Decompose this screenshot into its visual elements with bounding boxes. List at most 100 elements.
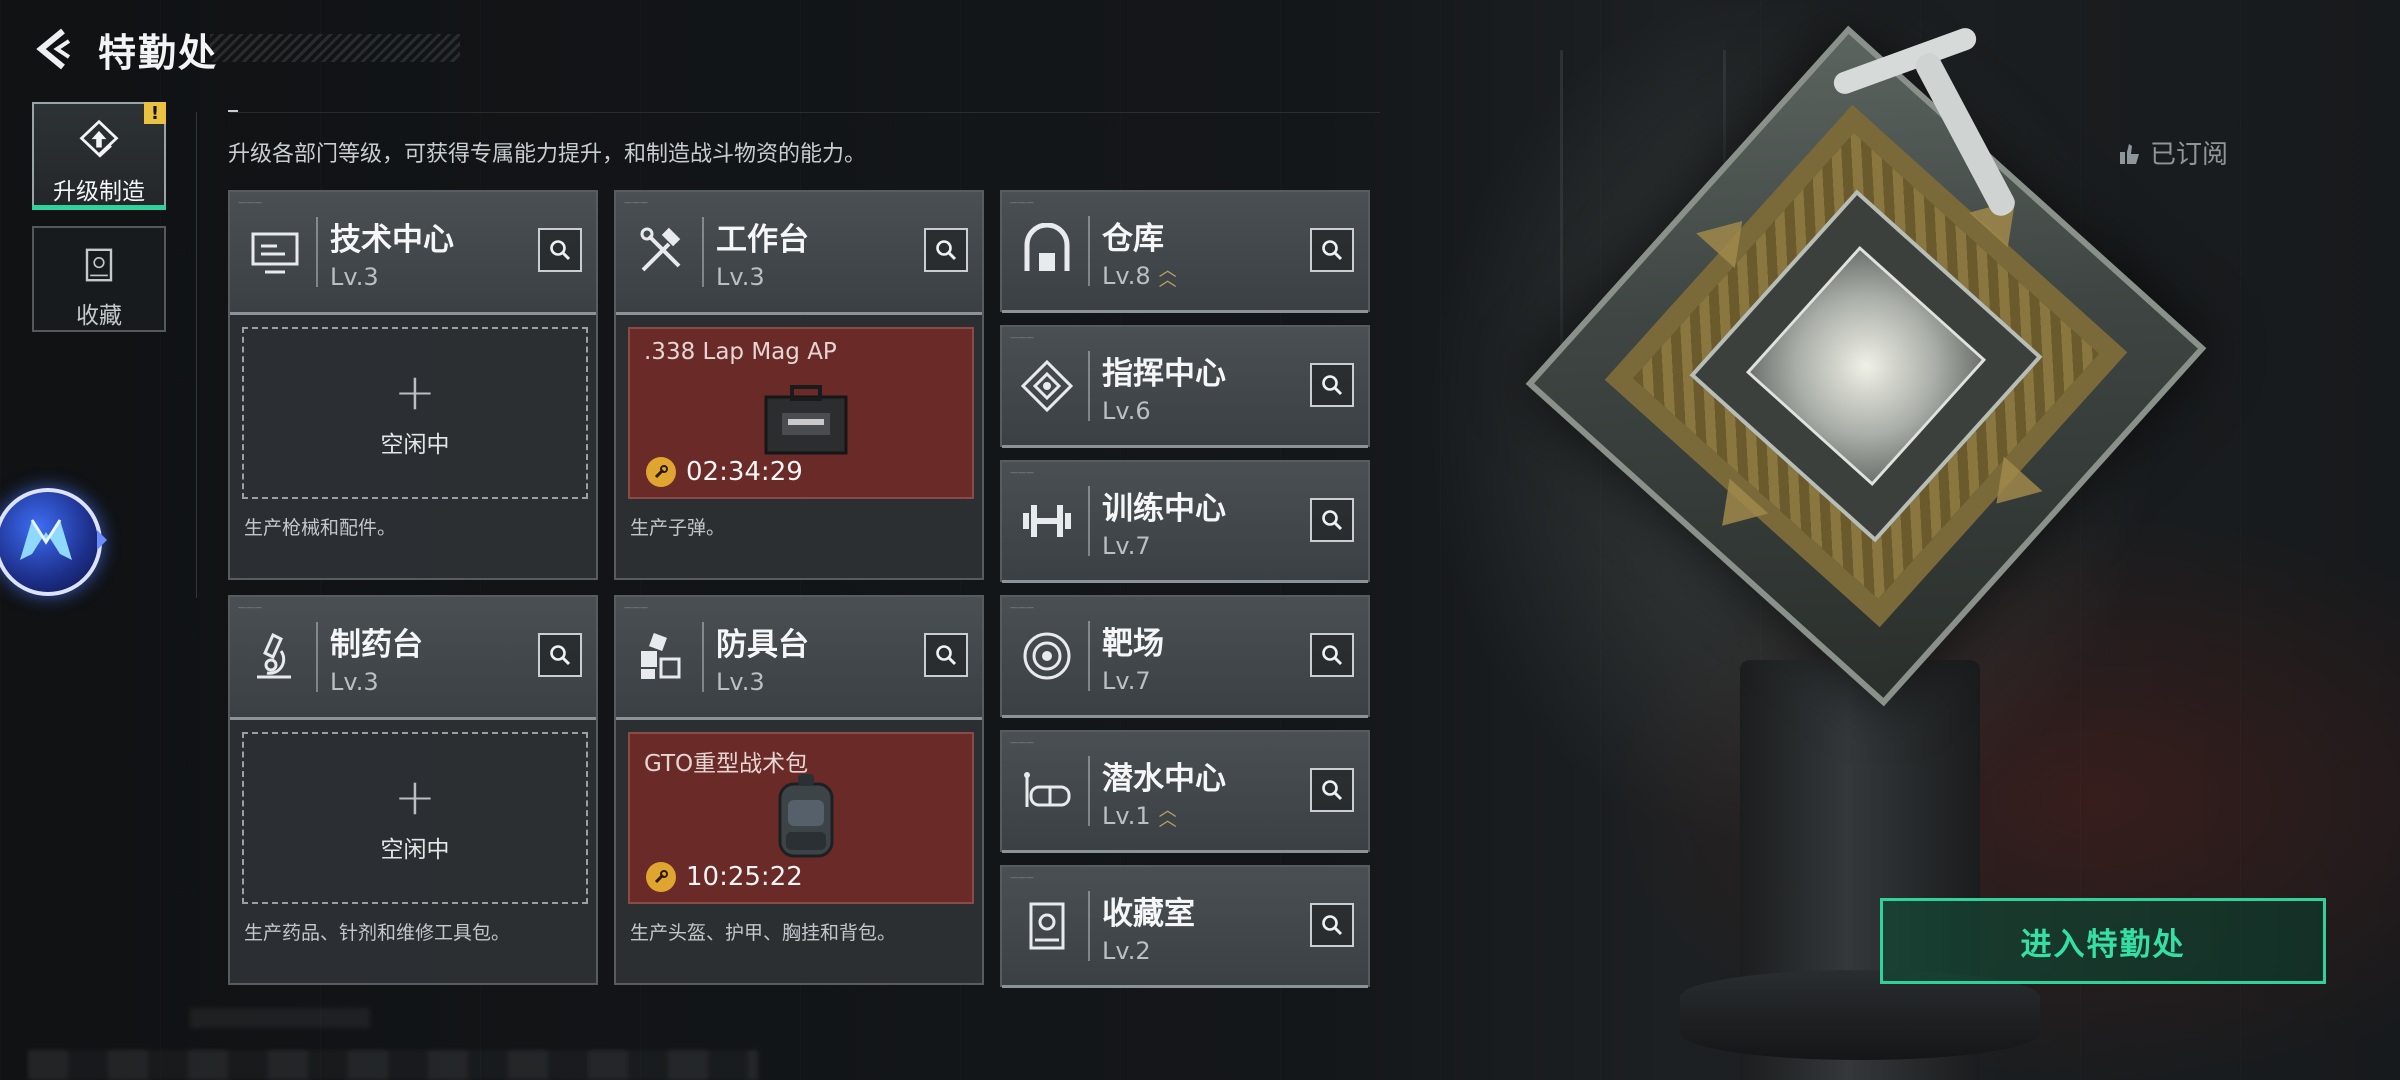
dept-level: Lv.6 bbox=[1102, 396, 1151, 425]
production-timer: 10:25:22 bbox=[686, 862, 803, 892]
dept-name: 仓库 bbox=[1102, 220, 1164, 257]
blurred-footer-text bbox=[190, 1008, 370, 1028]
inspect-button[interactable] bbox=[1310, 633, 1354, 677]
diving-mask-icon bbox=[1014, 758, 1080, 824]
dept-name: 技术中心 bbox=[330, 221, 454, 258]
inspect-button[interactable] bbox=[1310, 768, 1354, 812]
dept-level: Lv.3 bbox=[716, 667, 765, 696]
command-network-icon bbox=[1014, 353, 1080, 419]
inspect-button[interactable] bbox=[1310, 228, 1354, 272]
dept-level: Lv.3 bbox=[330, 262, 379, 291]
dept-card-training-center[interactable]: ——— 训练中心 Lv.7 bbox=[1000, 460, 1370, 583]
dept-card-collection-room[interactable]: ——— 收藏室 Lv.2 bbox=[1000, 865, 1370, 988]
dept-name: 靶场 bbox=[1102, 625, 1164, 662]
dept-card-shooting-range[interactable]: ——— 靶场 Lv.7 bbox=[1000, 595, 1370, 718]
dept-caption: 生产药品、针剂和维修工具包。 bbox=[244, 922, 511, 944]
backpack-image bbox=[768, 772, 844, 872]
dept-name: 指挥中心 bbox=[1102, 355, 1226, 392]
dept-level: Lv.3 bbox=[716, 262, 765, 291]
dept-level: Lv.7 bbox=[1102, 666, 1151, 695]
dept-card-warehouse[interactable]: ——— 仓库 Lv.8 ︿ ︿ bbox=[1000, 190, 1370, 313]
dept-level: Lv.7 bbox=[1102, 531, 1151, 560]
dept-name: 训练中心 bbox=[1102, 490, 1226, 527]
subscribed-label: 已订阅 bbox=[2150, 140, 2229, 170]
dept-caption: 生产子弹。 bbox=[630, 517, 726, 539]
production-timer: 02:34:29 bbox=[686, 457, 803, 487]
assistant-expand-arrow[interactable] bbox=[97, 530, 107, 550]
warehouse-icon bbox=[1014, 218, 1080, 284]
armor-blocks-icon bbox=[628, 624, 694, 690]
magnifier-icon bbox=[1322, 645, 1343, 666]
nav-upgrade-manufacture[interactable]: ! 升级制造 bbox=[32, 102, 166, 210]
dept-level: Lv.2 bbox=[1102, 936, 1151, 965]
magnifier-icon bbox=[550, 645, 571, 666]
nav-label: 升级制造 bbox=[53, 179, 145, 205]
back-button[interactable] bbox=[28, 24, 78, 74]
dept-card-command-center[interactable]: ——— 指挥中心 Lv.6 bbox=[1000, 325, 1370, 448]
dept-caption: 生产枪械和配件。 bbox=[244, 517, 397, 539]
title-decoration bbox=[210, 34, 460, 62]
magnifier-icon bbox=[936, 240, 957, 261]
dept-name: 制药台 bbox=[330, 626, 423, 663]
magnifier-icon bbox=[1322, 240, 1343, 261]
wrench-clock-icon bbox=[646, 862, 676, 892]
trophy-case-icon bbox=[74, 240, 124, 290]
dept-caption: 生产头盔、护甲、胸挂和背包。 bbox=[630, 922, 897, 944]
upgrade-available-icon: ︿ ︿ bbox=[1158, 259, 1177, 291]
header-tick bbox=[228, 110, 238, 112]
dept-level: Lv.8 bbox=[1102, 261, 1151, 290]
inspect-button[interactable] bbox=[538, 228, 582, 272]
add-icon: + bbox=[394, 768, 436, 826]
dept-name: 工作台 bbox=[716, 221, 809, 258]
enter-special-ops-button[interactable]: 进入特勤处 bbox=[1880, 898, 2326, 984]
target-icon bbox=[1014, 623, 1080, 689]
magnifier-icon bbox=[1322, 780, 1343, 801]
hammer-wrench-icon bbox=[628, 219, 694, 285]
inspect-button[interactable] bbox=[924, 228, 968, 272]
dept-card-diving-center[interactable]: ——— 潜水中心 Lv.1 ︿ ︿ bbox=[1000, 730, 1370, 853]
dept-card-tech-center[interactable]: ——— 技术中心 Lv.3 + 空闲中 生产枪械和配件。 bbox=[228, 190, 598, 580]
dept-card-pharmacy[interactable]: ——— 制药台 Lv.3 + 空闲中 生产药品、针剂和维修工具包。 bbox=[228, 595, 598, 985]
dept-card-armor-bench[interactable]: ——— 防具台 Lv.3 GTO重型战术包 10:25:22 生产头盔、护甲、胸… bbox=[614, 595, 984, 985]
magnifier-icon bbox=[1322, 915, 1343, 936]
slot-status: 空闲中 bbox=[380, 837, 450, 863]
add-icon: + bbox=[394, 363, 436, 421]
dumbbell-icon bbox=[1014, 488, 1080, 554]
section-description: 升级各部门等级，可获得专属能力提升，和制造战斗物资的能力。 bbox=[228, 142, 867, 167]
producing-item-name: .338 Lap Mag AP bbox=[644, 339, 837, 365]
blurred-footer bbox=[28, 1050, 758, 1080]
inspect-button[interactable] bbox=[1310, 498, 1354, 542]
enter-button-label: 进入特勤处 bbox=[2020, 926, 2186, 963]
dept-card-workbench[interactable]: ——— 工作台 Lv.3 .338 Lap Mag AP 02:34:29 生产… bbox=[614, 190, 984, 580]
nav-collection[interactable]: 收藏 bbox=[32, 226, 166, 332]
thumbs-up-icon bbox=[2120, 143, 2139, 164]
dept-level: Lv.1 bbox=[1102, 801, 1151, 830]
production-slot-active[interactable]: GTO重型战术包 10:25:22 bbox=[628, 732, 974, 904]
upgrade-available-icon: ︿ ︿ bbox=[1158, 799, 1177, 831]
upgrade-arrow-icon bbox=[74, 116, 124, 166]
magnifier-icon bbox=[550, 240, 571, 261]
computer-icon bbox=[242, 219, 308, 285]
dept-name: 潜水中心 bbox=[1102, 760, 1226, 797]
dept-name: 收藏室 bbox=[1102, 895, 1195, 932]
production-slot-empty[interactable]: + 空闲中 bbox=[242, 732, 588, 904]
inspect-button[interactable] bbox=[1310, 363, 1354, 407]
inspect-button[interactable] bbox=[538, 633, 582, 677]
page-title: 特勤处 bbox=[98, 31, 219, 75]
magnifier-icon bbox=[1322, 375, 1343, 396]
dept-level: Lv.3 bbox=[330, 667, 379, 696]
wrench-clock-icon bbox=[646, 457, 676, 487]
production-slot-empty[interactable]: + 空闲中 bbox=[242, 327, 588, 499]
alert-badge: ! bbox=[144, 102, 166, 124]
microscope-icon bbox=[242, 624, 308, 690]
nav-divider bbox=[196, 112, 197, 598]
production-slot-active[interactable]: .338 Lap Mag AP 02:34:29 bbox=[628, 327, 974, 499]
header-divider bbox=[230, 112, 1380, 113]
ammo-box-image bbox=[756, 383, 856, 463]
inspect-button[interactable] bbox=[1310, 903, 1354, 947]
nav-label: 收藏 bbox=[76, 303, 122, 329]
magnifier-icon bbox=[1322, 510, 1343, 531]
slot-status: 空闲中 bbox=[380, 432, 450, 458]
assistant-logo-icon bbox=[20, 519, 72, 560]
inspect-button[interactable] bbox=[924, 633, 968, 677]
